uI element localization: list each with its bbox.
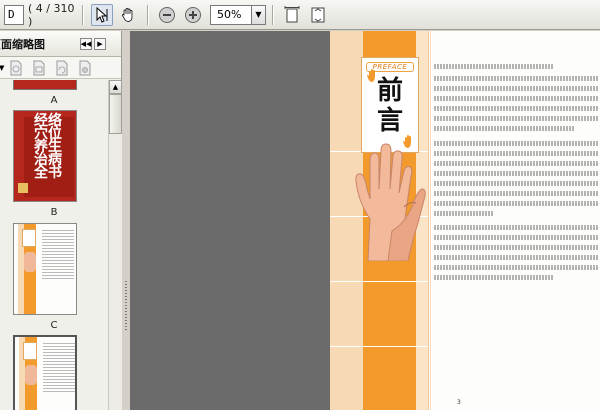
thumb-text-block (43, 343, 75, 393)
splitter-grip (125, 281, 127, 331)
page-count-label: ( 4 / 310 ) (28, 1, 75, 28)
grid-line (330, 281, 428, 282)
fit-width-icon (284, 5, 300, 22)
text-line (434, 141, 599, 146)
grid-line (330, 346, 428, 347)
double-chevron-left-icon: ◀◀ (80, 39, 92, 48)
text-line (434, 201, 599, 206)
panel-toolbar: ▼ (0, 57, 121, 79)
zoom-out-icon (159, 6, 175, 23)
text-line (434, 161, 599, 166)
pdf-viewer-window: D ( 4 / 310 ) 50% ▼ 面缩略图 ◀◀ ▶ ▼ A 经络穴位养生… (0, 0, 600, 410)
panel-options-button[interactable]: ▶ (94, 37, 106, 50)
text-line (434, 245, 599, 250)
zoom-in-button[interactable] (182, 4, 204, 26)
chevron-down-icon: ▼ (255, 10, 262, 19)
fit-page-button[interactable] (307, 4, 329, 26)
thumbnail-scrollbar[interactable]: ▲ (108, 80, 122, 410)
hand-icon (367, 69, 375, 82)
page-number-input[interactable]: D (4, 4, 24, 25)
text-line (434, 211, 494, 216)
cursor-icon (96, 6, 108, 23)
chevron-down-icon[interactable]: ▼ (0, 64, 7, 72)
rotate-page-icon (56, 60, 68, 75)
delete-page-button[interactable] (7, 60, 25, 76)
text-line (434, 64, 554, 69)
thumb-text-block (42, 230, 74, 280)
toolbar-separator (272, 4, 273, 25)
fit-page-icon (311, 7, 325, 22)
page-thumbnail-b[interactable]: 经络穴位养生治病全书 (13, 110, 77, 202)
panel-splitter[interactable] (122, 31, 130, 410)
thumbnail-label: A (50, 95, 58, 106)
text-line (434, 126, 574, 131)
page-thumbnail-c[interactable] (13, 223, 77, 315)
text-line (434, 225, 599, 230)
text-line (434, 235, 599, 240)
cover-stamp (18, 183, 28, 193)
text-line (434, 151, 599, 156)
chevron-up-icon: ▲ (112, 83, 119, 91)
title-card: PREFACE 前言 (361, 57, 419, 153)
page-properties-button[interactable] (76, 60, 94, 76)
text-line (434, 76, 599, 81)
page-title: 前言 (376, 76, 403, 136)
scrollbar-thumb[interactable] (109, 94, 122, 134)
panel-header: 页面缩略图 ◀◀ ▶ (0, 31, 121, 57)
text-line (434, 116, 599, 121)
text-line (434, 181, 599, 186)
text-line (434, 255, 599, 260)
text-line (434, 96, 599, 101)
delete-page-icon (10, 60, 22, 75)
select-tool-button[interactable] (91, 3, 113, 26)
main-toolbar: D ( 4 / 310 ) 50% ▼ (0, 0, 600, 30)
thumb-hand-image (25, 365, 37, 385)
hand-icon (121, 7, 133, 22)
thumbnail-list: A 经络穴位养生治病全书 B C (0, 80, 108, 410)
zoom-dropdown-button[interactable]: ▼ (252, 4, 266, 25)
document-view[interactable]: PREFACE 前言 3 (130, 31, 600, 410)
thumbnails-panel: 页面缩略图 ◀◀ ▶ ▼ A 经络 (0, 31, 122, 410)
thumbnail-label: B (50, 207, 58, 218)
text-line (434, 171, 599, 176)
thumbnail-label: C (50, 320, 58, 331)
chevron-right-icon: ▶ (97, 39, 103, 48)
text-line (434, 86, 599, 91)
text-line (434, 106, 599, 111)
panel-title: 页面缩略图 (0, 37, 45, 51)
rotate-page-button[interactable] (53, 60, 71, 76)
page-properties-icon (79, 60, 91, 75)
fit-width-button[interactable] (281, 4, 303, 26)
hand-tool-button[interactable] (117, 4, 139, 26)
insert-page-button[interactable] (30, 60, 48, 76)
text-line (434, 265, 599, 270)
hand-illustration (355, 143, 426, 261)
toolbar-separator (147, 4, 148, 25)
thumb-title-card (23, 342, 37, 360)
page-number: 3 (457, 399, 461, 406)
scroll-up-button[interactable]: ▲ (109, 80, 122, 94)
zoom-level-input[interactable]: 50% (210, 4, 252, 25)
zoom-out-button[interactable] (156, 4, 178, 26)
thumb-title-card (22, 229, 36, 247)
page-thumbnail-a[interactable] (13, 80, 77, 90)
text-line (434, 275, 554, 280)
toolbar-separator (82, 4, 83, 25)
insert-page-icon (33, 60, 45, 75)
collapse-panel-button[interactable]: ◀◀ (80, 37, 92, 50)
grid-line (428, 31, 429, 410)
page-thumbnail-d[interactable] (13, 335, 77, 410)
zoom-in-icon (185, 6, 201, 23)
cover-title: 经络穴位养生治病全书 (34, 113, 62, 181)
document-page: PREFACE 前言 3 (330, 31, 600, 410)
thumb-hand-image (24, 252, 36, 272)
grid-line (430, 31, 431, 410)
text-line (434, 191, 599, 196)
